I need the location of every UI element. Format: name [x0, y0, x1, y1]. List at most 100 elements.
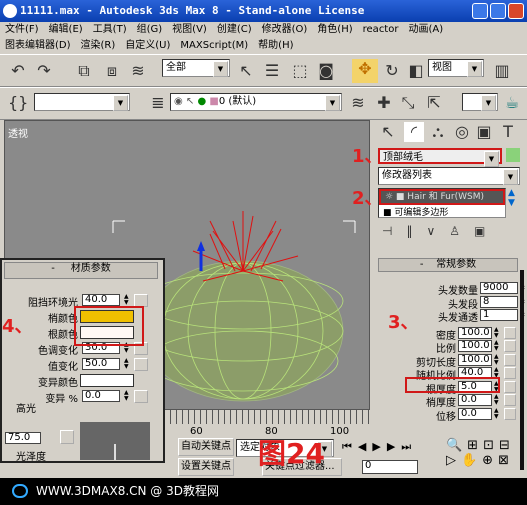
create-tab-icon[interactable]: ↖ [378, 122, 398, 142]
menu-item[interactable]: 工具(T) [93, 24, 127, 35]
render-type-dropdown[interactable] [462, 93, 498, 111]
select-icon[interactable]: ↖ [236, 61, 256, 81]
current-frame-input[interactable]: 0 [362, 460, 418, 474]
object-name-field[interactable]: 顶部绒毛 [378, 148, 502, 167]
object-color-swatch[interactable] [506, 148, 520, 162]
motion-tab-icon[interactable]: ◎ [452, 122, 472, 142]
step-2: 2、 [352, 188, 383, 209]
close-button[interactable] [508, 3, 524, 19]
scale-icon[interactable]: ◧ [406, 61, 426, 81]
layer-dropdown[interactable]: ◉ ↖ ● ■0 (默认) [170, 93, 342, 111]
param-input[interactable]: 1 [480, 309, 518, 321]
playback-controls[interactable]: ⏮◀▶▶⏭ [342, 440, 417, 454]
menu-item[interactable]: 渲染(R) [81, 40, 116, 51]
menu-item[interactable]: 角色(H) [317, 24, 352, 35]
param-input[interactable]: 0.0 [458, 407, 492, 420]
spinner-arrows[interactable]: ▲▼ [494, 394, 499, 406]
link-icon[interactable]: ⧉ [74, 61, 94, 81]
map-button[interactable] [504, 407, 516, 420]
map-button[interactable] [504, 340, 516, 352]
display-tab-icon[interactable]: ▣ [474, 122, 494, 142]
spinner-arrows[interactable]: ▲▼ [124, 294, 129, 306]
spinner-arrows[interactable]: ▲▼ [124, 390, 129, 402]
stack-item-hair-fur[interactable]: ☼ ■ Hair 和 Fur(WSM) [379, 189, 505, 205]
unlink-icon[interactable]: ⧈ [102, 61, 122, 81]
pivot-icon[interactable]: ▥ [492, 61, 512, 81]
material-input[interactable]: 0.0 [82, 390, 120, 402]
spinner-arrows[interactable]: ▲▼ [494, 407, 499, 420]
map-button[interactable] [504, 353, 516, 366]
map-button[interactable] [504, 380, 516, 393]
undo-icon[interactable]: ↶ [8, 61, 28, 81]
param-input[interactable]: 9000 [480, 282, 518, 294]
stack-item-editable-poly[interactable]: ■ 可编辑多边形 [383, 205, 448, 218]
menu-item[interactable]: 图表编辑器(D) [5, 40, 71, 51]
rotate-icon[interactable]: ↻ [382, 61, 402, 81]
menu-item[interactable]: 文件(F) [5, 24, 39, 35]
named-selection-icon[interactable]: {} [8, 93, 28, 113]
command-panel: ↖ ◜ ⛬ ◎ ▣ T 顶部绒毛 修改器列表 ☼ ■ Hair 和 Fur(WS… [372, 120, 527, 478]
title-bar: 11111.max - Autodesk 3ds Max 8 - Stand-a… [0, 0, 527, 22]
material-input[interactable]: 50.0 [82, 358, 120, 370]
material-params-rollout[interactable]: - 材质参数 [4, 262, 158, 279]
minimize-button[interactable] [472, 3, 488, 19]
menu-item[interactable]: 编辑(E) [49, 24, 83, 35]
window-crossing-icon[interactable]: ◙ [316, 61, 336, 81]
menu-item[interactable]: 帮助(H) [258, 40, 293, 51]
move-icon[interactable]: ✥ [352, 59, 378, 83]
named-selection-dropdown[interactable] [34, 93, 130, 111]
specular-map-button[interactable] [60, 430, 74, 444]
set-key-button[interactable]: 设置关键点 [178, 458, 234, 476]
select-by-name-icon[interactable]: ☰ [262, 61, 282, 81]
maximize-button[interactable] [490, 3, 506, 19]
map-button[interactable] [134, 390, 148, 403]
modifier-list-dropdown[interactable]: 修改器列表 [378, 167, 520, 185]
menu-item[interactable]: reactor [363, 24, 399, 35]
menu-item[interactable]: 自定义(U) [125, 40, 170, 51]
menu-item[interactable]: 视图(V) [172, 24, 207, 35]
spinner-arrows[interactable]: ▲▼ [494, 326, 499, 339]
set-current-layer-icon[interactable]: ⇱ [424, 93, 444, 113]
panel-scrollbar[interactable] [520, 270, 524, 470]
map-button[interactable] [134, 358, 148, 371]
param-input[interactable]: 0.0 [458, 394, 492, 406]
menu-item[interactable]: MAXScript(M) [180, 40, 248, 51]
menu-item[interactable]: 动画(A) [408, 24, 443, 35]
bind-spacewarp-icon[interactable]: ≋ [128, 61, 148, 81]
param-input[interactable]: 100.0 [458, 340, 492, 352]
menu-item[interactable]: 创建(C) [217, 24, 252, 35]
param-input[interactable]: 100.0 [458, 353, 492, 366]
ref-coord-dropdown[interactable]: 视图 [428, 59, 484, 77]
select-layer-icon[interactable]: ⤡ [398, 93, 418, 113]
layer-manager-icon[interactable]: ≋ [348, 93, 368, 113]
menu-item[interactable]: 修改器(O) [262, 24, 308, 35]
utilities-tab-icon[interactable]: T [498, 122, 518, 142]
map-button[interactable] [504, 326, 516, 339]
modify-tab-icon[interactable]: ◜ [404, 122, 424, 142]
stack-scroll[interactable]: ▲ ▼ [508, 188, 515, 208]
redo-icon[interactable]: ↷ [34, 61, 54, 81]
hierarchy-tab-icon[interactable]: ⛬ [428, 122, 448, 142]
app-icon [3, 4, 17, 18]
viewport-nav-controls[interactable]: 🔍⊞⊡⊟ ▷✋⊕⊠ [446, 438, 515, 468]
spinner-arrows[interactable]: ▲▼ [494, 340, 499, 352]
layers-icon[interactable]: ≣ [148, 93, 168, 113]
menu-item[interactable]: 组(G) [137, 24, 163, 35]
color-swatch[interactable] [80, 374, 134, 387]
step-3: 3、 [388, 312, 419, 333]
rect-region-icon[interactable]: ⬚ [290, 61, 310, 81]
material-input[interactable]: 40.0 [82, 294, 120, 306]
teapot-render-icon[interactable]: ☕ [502, 93, 522, 113]
auto-key-button[interactable]: 自动关键点 [178, 438, 234, 456]
stack-tools[interactable]: ⊣‖∨♙▣ [382, 224, 499, 238]
add-to-layer-icon[interactable]: ✚ [374, 93, 394, 113]
specular-input[interactable]: 75.0 [5, 432, 41, 444]
param-input[interactable]: 8 [480, 295, 518, 308]
general-params-rollout[interactable]: - 常规参数 [378, 258, 518, 272]
map-button[interactable] [504, 394, 516, 406]
spinner-arrows[interactable]: ▲▼ [124, 358, 129, 370]
param-input[interactable]: 100.0 [458, 326, 492, 339]
selection-filter-dropdown[interactable]: 全部 [162, 59, 230, 77]
spinner-arrows[interactable]: ▲▼ [494, 353, 499, 366]
map-button[interactable] [504, 367, 516, 379]
